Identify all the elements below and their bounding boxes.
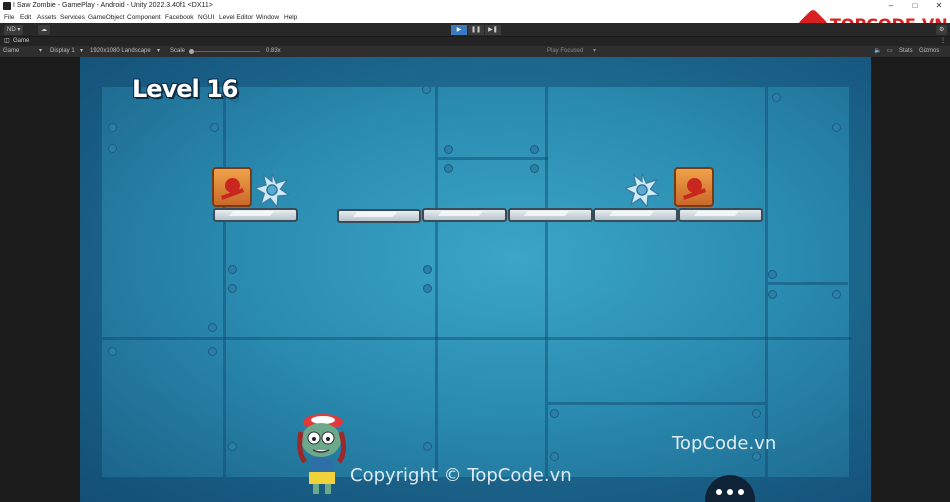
rivet [832,123,841,132]
rivet [530,164,539,173]
glass-platform[interactable] [508,208,593,222]
menu-file[interactable]: File [4,12,14,23]
account-label: ND [7,27,16,33]
panel-seam [435,87,438,477]
menu-window[interactable]: Window [256,12,279,23]
scale-slider-track[interactable] [190,51,260,52]
scale-label: Scale [170,48,186,54]
skull-icon [225,178,240,193]
glass-platform[interactable] [337,209,421,223]
menu-ngui[interactable]: NGUI [198,12,214,23]
main-toolbar: ND ▾ ☁ ▶ ❚❚ ▶❚ ⚙ [0,23,950,37]
rivet [108,123,117,132]
panel-seam [102,337,852,340]
saw-blade-icon [625,173,659,207]
saw-blade-icon [255,173,289,207]
panel-seam [548,402,765,405]
rivet [423,284,432,293]
menu-edit[interactable]: Edit [20,12,31,23]
rivet [108,347,117,356]
watermark-topcode: TopCode.vn [672,433,777,454]
menu-help[interactable]: Help [284,12,297,23]
level-title: Level 16 [132,75,238,103]
rivet [423,442,432,451]
glass-platform[interactable] [213,208,298,222]
skull-crate[interactable] [212,167,252,207]
play-mode-dropdown[interactable]: Play Focused [547,46,583,57]
rivet [832,290,841,299]
scale-value: 0.83x [266,48,281,54]
rivet [530,145,539,154]
menu-assets[interactable]: Assets [37,12,57,23]
skull-icon [687,178,702,193]
stats-button[interactable]: Stats [899,46,913,57]
rivet [228,442,237,451]
game-render[interactable]: Level 16 TopCode.vn Copyright © TopCode.… [80,57,871,502]
zombie-character [297,414,347,494]
dot [727,489,733,495]
view-dropdown-chevron-icon[interactable]: ▾ [39,46,42,57]
resolution-dropdown-chevron-icon[interactable]: ▾ [157,46,160,57]
tab-menu-icon[interactable]: ⋮ [940,37,946,46]
skull-crate[interactable] [674,167,714,207]
rivet [210,123,219,132]
account-dropdown[interactable]: ND ▾ [4,25,24,35]
rivet [550,409,559,418]
menu-level-editor[interactable]: Level Editor [219,12,253,23]
pause-icon[interactable]: ❚❚ [468,25,484,35]
mute-audio-icon[interactable]: 🔈 [874,46,881,57]
step-icon[interactable]: ▶❚ [485,25,501,35]
dot [738,489,744,495]
toggle-icon[interactable]: ▭ [887,46,893,57]
play-controls: ▶ ❚❚ ▶❚ [451,25,502,35]
glass-platform[interactable] [678,208,763,222]
menu-services[interactable]: Services [60,12,85,23]
game-tab-bar: ◫ Game ⋮ [0,37,950,46]
resolution-dropdown[interactable]: 1920x1080 Landscape [90,46,151,57]
rivet [550,452,559,461]
display-dropdown[interactable]: Display 1 [50,46,75,57]
play-icon[interactable]: ▶ [451,25,467,35]
menu-gameobject[interactable]: GameObject [88,12,125,23]
window-title: I Saw Zombie - GamePlay - Android - Unit… [13,2,213,9]
rivet [423,265,432,274]
game-view-bar: Game ▾ Display 1 ▾ 1920x1080 Landscape ▾… [0,46,950,57]
gizmos-button[interactable]: Gizmos [919,46,939,57]
glass-platform[interactable] [593,208,678,222]
panel-seam [768,282,848,285]
rivet [228,284,237,293]
close-icon[interactable]: ✕ [928,0,950,12]
menu-component[interactable]: Component [127,12,161,23]
glass-platform[interactable] [422,208,507,222]
tab-game[interactable]: Game [13,37,29,46]
rivet [768,290,777,299]
panel-seam [223,87,226,477]
rivet [208,347,217,356]
rivet [228,265,237,274]
panel-seam [545,87,548,477]
rivet [768,270,777,279]
rivet [444,164,453,173]
rivet [208,323,217,332]
game-tab-icon: ◫ [4,38,10,44]
display-dropdown-chevron-icon[interactable]: ▾ [80,46,83,57]
scale-slider-handle[interactable] [189,49,194,54]
rivet [108,144,117,153]
cloud-icon[interactable]: ☁ [38,25,50,35]
settings-icon[interactable]: ⚙ [936,25,948,35]
rivet [752,409,761,418]
menu-facebook[interactable]: Facebook [165,12,194,23]
unity-app-icon [3,2,11,10]
rivet [422,85,431,94]
rivet [444,145,453,154]
view-dropdown[interactable]: Game [3,46,19,57]
dot [716,489,722,495]
play-mode-chevron-icon[interactable]: ▾ [593,46,596,57]
rivet [772,93,781,102]
panel-seam [438,157,548,160]
watermark-copyright: Copyright © TopCode.vn [350,465,572,486]
